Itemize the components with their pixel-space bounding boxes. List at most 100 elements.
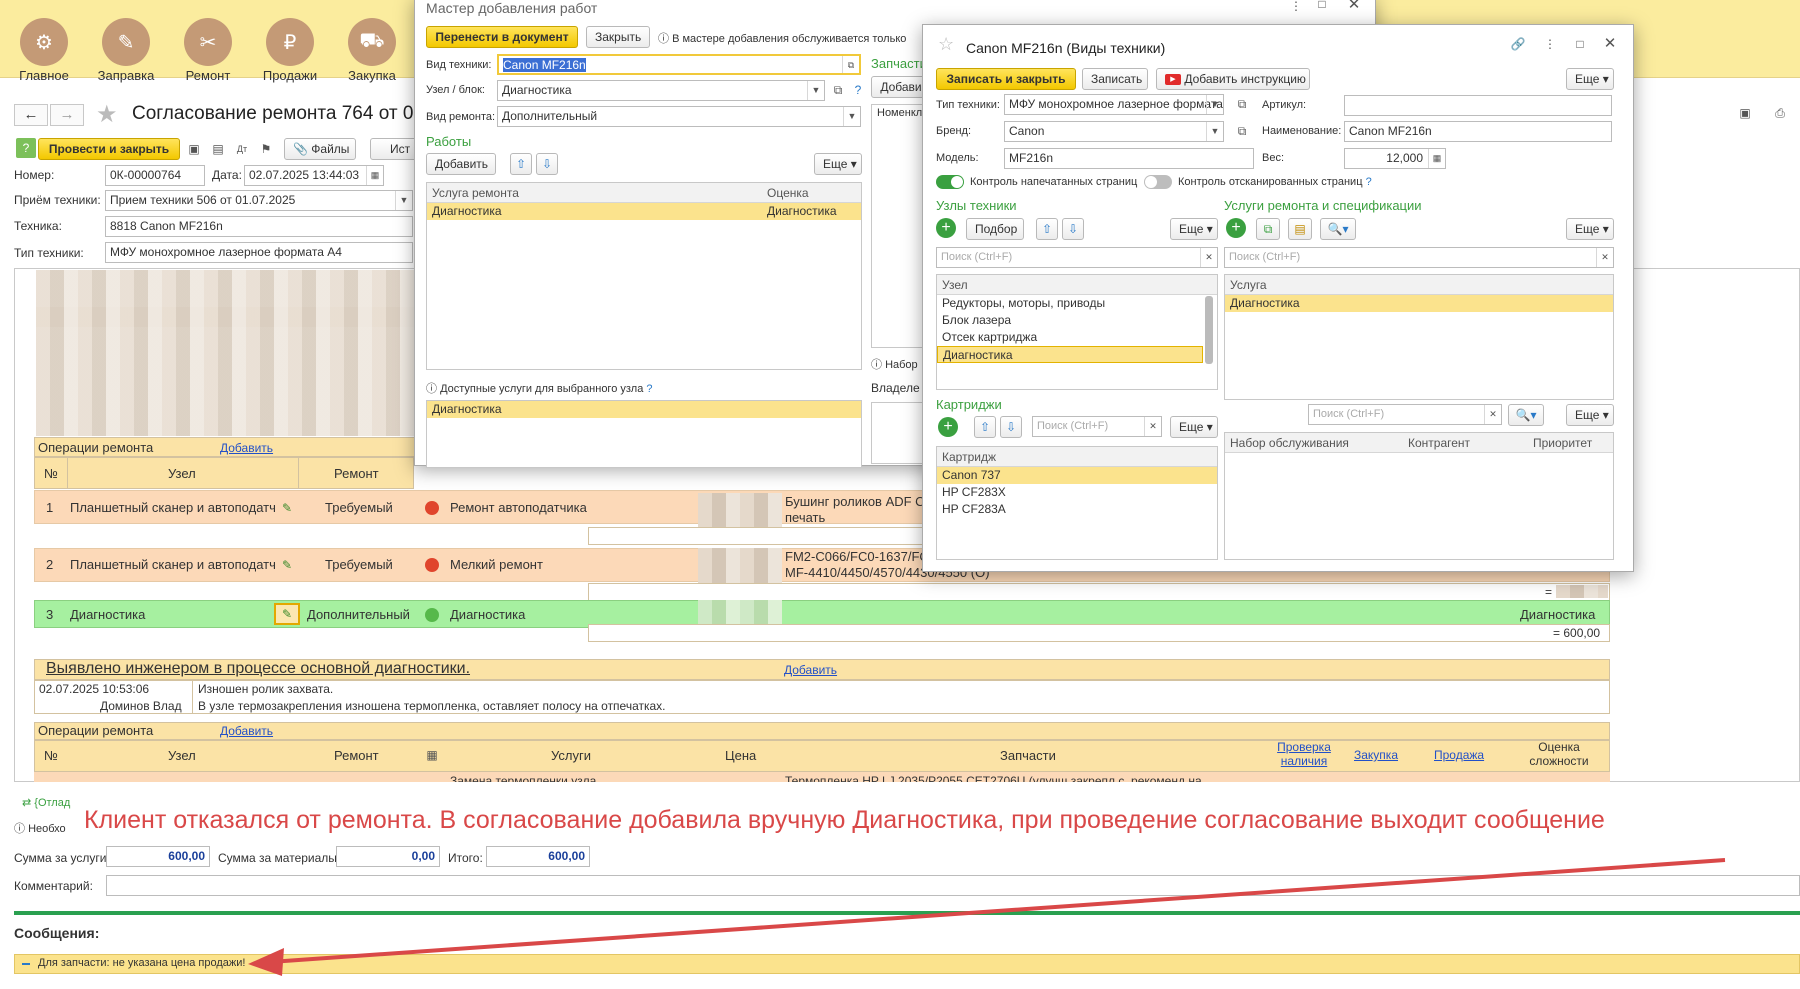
help-icon[interactable]: ? — [1366, 176, 1372, 188]
nodes-add-icon[interactable]: + — [936, 218, 956, 238]
cartridges-search-input[interactable]: Поиск (Ctrl+F) ✕ — [1032, 416, 1162, 437]
open-icon[interactable]: ⧉ — [1234, 96, 1250, 112]
clear-icon[interactable]: ✕ — [1596, 248, 1613, 267]
works-row[interactable]: Диагностика Диагностика — [427, 203, 861, 220]
find-button[interactable]: 🔍▾ — [1320, 218, 1356, 240]
node-row[interactable]: Редукторы, моторы, приводы — [937, 295, 1217, 312]
close-icon[interactable]: ✕ — [1602, 36, 1618, 52]
transfer-to-document-button[interactable]: Перенести в документ — [426, 26, 578, 48]
move-down-button[interactable]: ⇩ — [1062, 218, 1084, 240]
card-save-button[interactable]: Записать — [1082, 68, 1148, 90]
open-icon[interactable]: ⧉ — [1234, 123, 1250, 139]
move-up-button[interactable]: ⇧ — [1036, 218, 1058, 240]
toggle-knob — [951, 176, 963, 188]
clear-icon[interactable]: ✕ — [1144, 417, 1161, 436]
card-weight-field[interactable]: 12,000 ▦ — [1344, 148, 1446, 169]
card-article-label: Артикул: — [1262, 99, 1307, 111]
card-weight-label: Вес: — [1262, 152, 1285, 164]
link-icon[interactable]: 🔗 — [1510, 36, 1526, 52]
wizard-repair-label: Вид ремонта: — [426, 111, 496, 123]
nodes-scrollbar[interactable] — [1205, 296, 1213, 364]
open-icon[interactable]: ⧉ — [842, 56, 859, 73]
services-title: Услуги ремонта и спецификации — [1224, 198, 1422, 213]
calculator-icon[interactable]: ▦ — [1428, 149, 1445, 168]
clear-icon[interactable]: ✕ — [1200, 248, 1217, 267]
works-header: Услуга ремонта Оценка — [427, 183, 861, 203]
clear-icon[interactable]: ✕ — [1484, 405, 1501, 424]
arrow-head — [248, 948, 284, 976]
structure-button[interactable]: ▤ — [1288, 218, 1312, 240]
wizard-repair-field[interactable]: Дополнительный ▼ — [497, 106, 861, 127]
help-icon[interactable]: ? — [850, 82, 866, 98]
available-row[interactable]: Диагностика — [427, 401, 861, 418]
card-name-field[interactable]: Canon MF216n — [1344, 121, 1612, 142]
chevron-down-icon[interactable]: ▼ — [807, 81, 824, 100]
card-article-field[interactable] — [1344, 95, 1612, 116]
card-model-field[interactable]: MF216n — [1004, 148, 1254, 169]
works-more-button[interactable]: Еще ▾ — [814, 153, 862, 175]
available-label: ⓘ Доступные услуги для выбранного узла ? — [426, 383, 653, 395]
more-icon[interactable]: ⋮ — [1288, 0, 1304, 14]
cartridges-more-button[interactable]: Еще ▾ — [1170, 416, 1218, 438]
open-icon[interactable]: ⧉ — [830, 82, 846, 98]
info-icon: ⓘ — [871, 359, 882, 371]
wizard-hint: ⓘ В мастере добавления обслуживается тол… — [658, 33, 908, 45]
services-add-icon[interactable]: + — [1226, 218, 1246, 238]
printed-label: Контроль напечатанных страниц — [970, 176, 1138, 188]
card-type-field[interactable]: МФУ монохромное лазерное формата ▼ — [1004, 94, 1224, 115]
close-icon[interactable]: ✕ — [1346, 0, 1362, 13]
wizard-type-field[interactable]: Canon MF216n ⧉ — [497, 54, 861, 75]
scanned-toggle[interactable] — [1144, 175, 1172, 189]
cartridges-add-icon[interactable]: + — [938, 417, 958, 437]
works-grid: Услуга ремонта Оценка Диагностика Диагност… — [426, 182, 862, 370]
services-more-button[interactable]: Еще ▾ — [1566, 218, 1614, 240]
more-icon[interactable]: ⋮ — [1542, 36, 1558, 52]
wizard-close-button[interactable]: Закрыть — [586, 26, 650, 48]
works-add-button[interactable]: Добавить — [426, 153, 496, 175]
printed-toggle[interactable] — [936, 175, 964, 189]
move-down-button[interactable]: ⇩ — [536, 153, 558, 175]
nodes-more-button[interactable]: Еще ▾ — [1170, 218, 1218, 240]
move-up-button[interactable]: ⇧ — [974, 416, 996, 438]
chevron-down-icon[interactable]: ▼ — [1206, 95, 1223, 114]
arrow-line — [269, 858, 1726, 964]
node-row[interactable]: Диагностика — [937, 346, 1203, 363]
sets-search-input[interactable]: Поиск (Ctrl+F) ✕ — [1308, 404, 1502, 425]
card-title: Canon MF216n (Виды техники) — [966, 40, 1166, 56]
cartridge-row[interactable]: HP CF283A — [937, 501, 1217, 518]
cartridge-row[interactable]: HP CF283X — [937, 484, 1217, 501]
pick-button[interactable]: Подбор — [966, 218, 1024, 240]
cartridges-grid: Картридж Canon 737 HP CF283X HP CF283A — [936, 446, 1218, 560]
services-grid: Услуга Диагностика — [1224, 274, 1614, 400]
services-row[interactable]: Диагностика — [1225, 295, 1613, 312]
help-icon[interactable]: ? — [646, 383, 652, 395]
node-row[interactable]: Блок лазера — [937, 312, 1217, 329]
nodes-header: Узел — [937, 275, 1217, 295]
card-brand-field[interactable]: Canon ▼ — [1004, 121, 1224, 142]
cartridge-row[interactable]: Canon 737 — [937, 467, 1217, 484]
wizard-node-label: Узел / блок: — [426, 84, 485, 96]
owner-label: Владеле — [871, 381, 920, 395]
sets-more-button[interactable]: Еще ▾ — [1566, 404, 1614, 426]
services-search-input[interactable]: Поиск (Ctrl+F) ✕ — [1224, 247, 1614, 268]
sets-header: Набор обслуживания Контрагент Приоритет — [1225, 433, 1613, 453]
maximize-icon[interactable]: □ — [1314, 0, 1330, 12]
move-up-button[interactable]: ⇧ — [510, 153, 532, 175]
maximize-icon[interactable]: □ — [1572, 36, 1588, 52]
favorite-star-icon[interactable]: ☆ — [938, 34, 954, 55]
card-name-label: Наименование: — [1262, 125, 1342, 137]
nodes-search-input[interactable]: Поиск (Ctrl+F) ✕ — [936, 247, 1218, 268]
chevron-down-icon[interactable]: ▼ — [843, 107, 860, 126]
move-down-button[interactable]: ⇩ — [1000, 416, 1022, 438]
copy-button[interactable]: ⧉ — [1256, 218, 1280, 240]
chevron-down-icon[interactable]: ▼ — [1206, 122, 1223, 141]
save-and-close-button[interactable]: Записать и закрыть — [936, 68, 1076, 90]
card-more-button[interactable]: Еще ▾ — [1566, 68, 1614, 90]
cartridges-title: Картриджи — [936, 397, 1002, 412]
wizard-node-field[interactable]: Диагностика ▼ — [497, 80, 825, 101]
card-model-label: Модель: — [936, 152, 979, 164]
add-instruction-button[interactable]: ▶ Добавить инструкцию — [1156, 68, 1310, 90]
nodes-grid: Узел Редукторы, моторы, приводы Блок лазе… — [936, 274, 1218, 390]
sets-find-button[interactable]: 🔍▾ — [1508, 404, 1544, 426]
node-row[interactable]: Отсек картриджа — [937, 329, 1217, 346]
